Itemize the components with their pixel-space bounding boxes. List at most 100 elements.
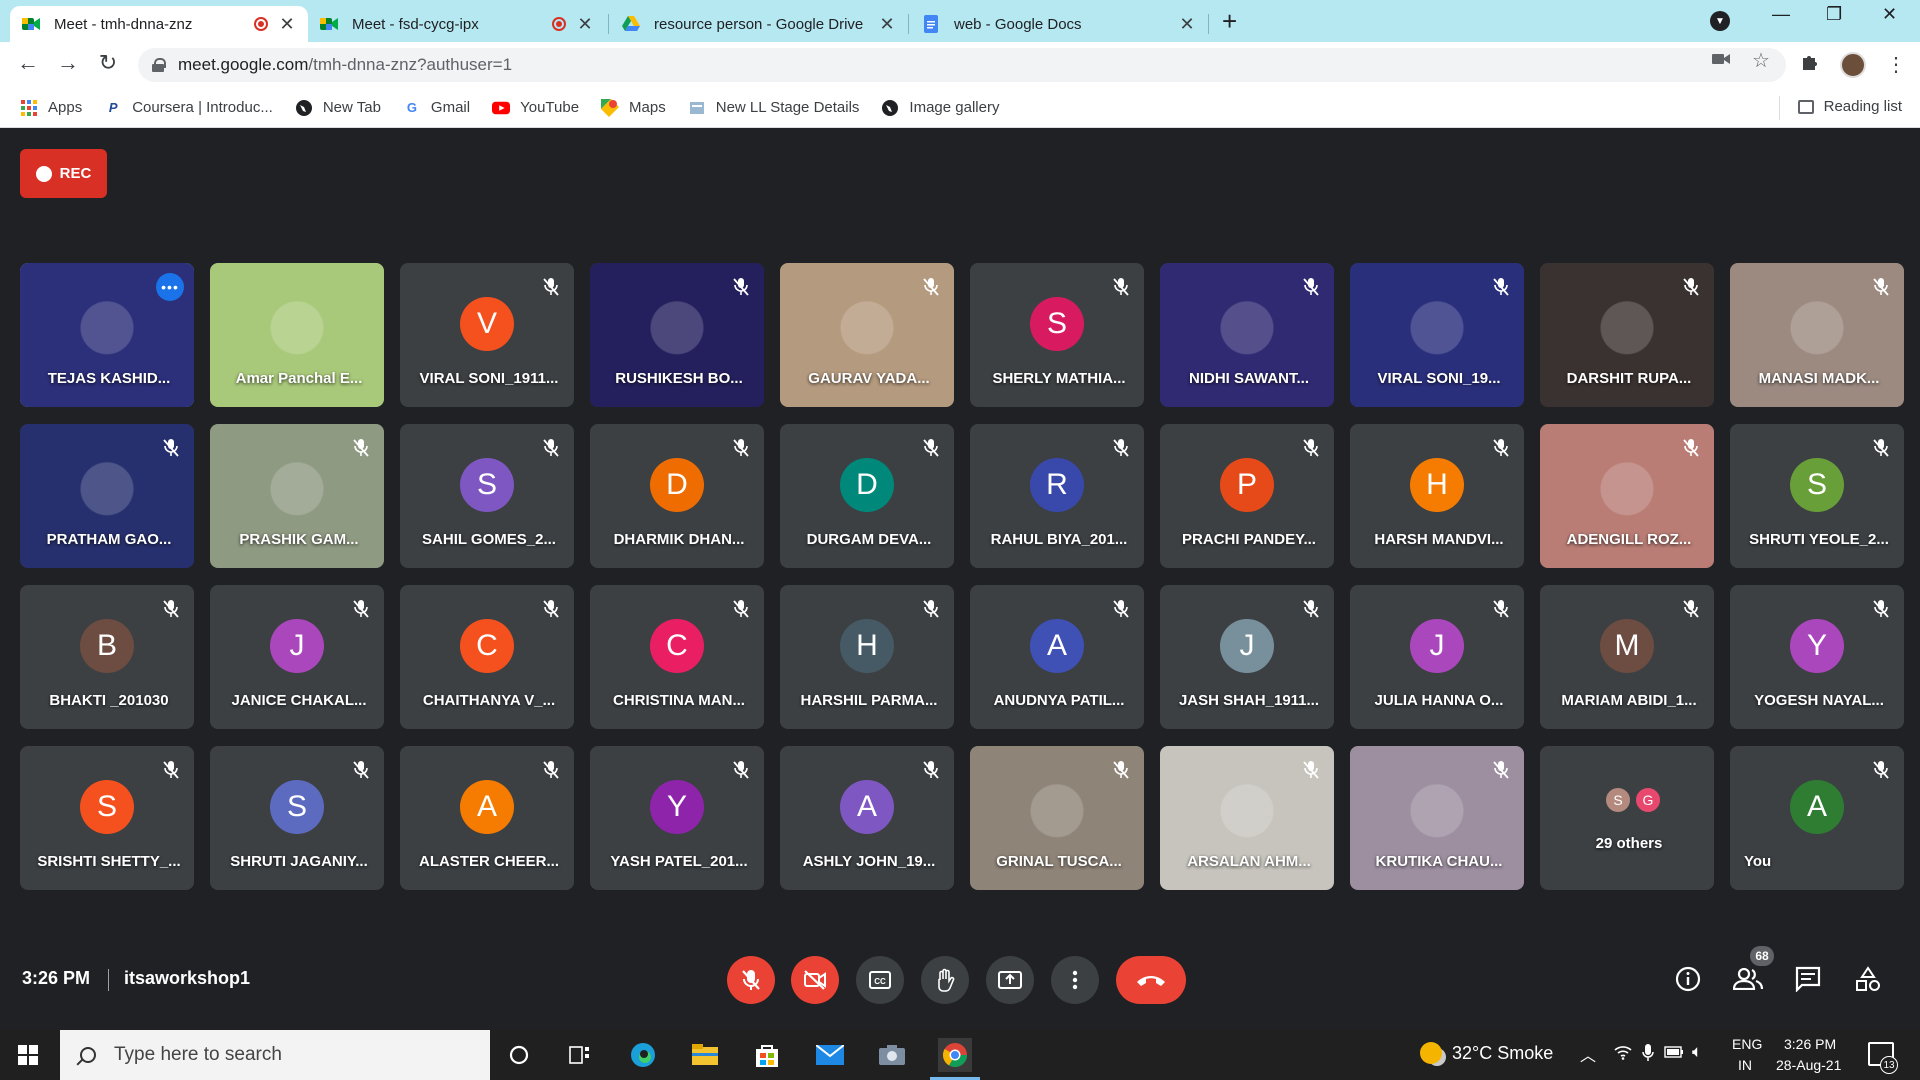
camera-in-use-icon[interactable] <box>1712 50 1730 71</box>
more-options-icon[interactable]: ••• <box>156 273 184 301</box>
close-icon[interactable]: ✕ <box>1178 14 1196 35</box>
cortana-icon[interactable] <box>502 1038 536 1072</box>
self-tile[interactable]: A You <box>1730 746 1904 890</box>
restore-icon[interactable]: ❐ <box>1826 4 1842 25</box>
edge-icon[interactable] <box>626 1038 660 1072</box>
tab-search-icon[interactable]: ▼ <box>1710 11 1730 31</box>
others-tile[interactable]: S G 29 others <box>1540 746 1714 890</box>
profile-avatar[interactable] <box>1840 52 1866 78</box>
participant-tile[interactable]: V VIRAL SONI_1911... <box>400 263 574 407</box>
tab-google-drive[interactable]: resource person - Google Drive ✕ <box>610 6 908 42</box>
chat-button[interactable] <box>1793 964 1823 994</box>
participant-tile[interactable]: Amar Panchal E... <box>210 263 384 407</box>
chrome-taskbar-icon[interactable] <box>930 1038 980 1080</box>
participant-tile[interactable]: S SAHIL GOMES_2... <box>400 424 574 568</box>
file-explorer-icon[interactable] <box>688 1038 722 1072</box>
participant-tile[interactable]: S SHRUTI JAGANIY... <box>210 746 384 890</box>
microphone-tray-icon[interactable] <box>1642 1043 1654 1066</box>
back-arrow-icon[interactable]: ← <box>14 50 42 76</box>
participant-tile[interactable]: B BHAKTI _201030 <box>20 585 194 729</box>
minimize-icon[interactable]: — <box>1772 4 1790 25</box>
bookmark-new-tab[interactable]: New Tab <box>295 99 381 117</box>
participant-tile[interactable]: S SHRUTI YEOLE_2... <box>1730 424 1904 568</box>
forward-arrow-icon[interactable]: → <box>54 50 82 76</box>
participant-tile[interactable]: J JANICE CHAKAL... <box>210 585 384 729</box>
reading-list-button[interactable]: Reading list <box>1797 98 1902 115</box>
weather-widget[interactable]: 32°C Smoke <box>1420 1042 1553 1064</box>
task-view-icon[interactable] <box>563 1038 597 1072</box>
participant-tile[interactable]: RUSHIKESH BO... <box>590 263 764 407</box>
participant-tile[interactable]: NIDHI SAWANT... <box>1160 263 1334 407</box>
mic-toggle-button[interactable] <box>727 956 775 1004</box>
participant-tile[interactable]: C CHRISTINA MAN... <box>590 585 764 729</box>
participant-tile[interactable]: GRINAL TUSCA... <box>970 746 1144 890</box>
tab-meet-fsd[interactable]: Meet - fsd-cycg-ipx ✕ <box>308 6 606 42</box>
tab-meet-tmh[interactable]: Meet - tmh-dnna-znz ✕ <box>10 6 308 42</box>
participant-tile[interactable]: P PRACHI PANDEY... <box>1160 424 1334 568</box>
bookmark-ll-stage[interactable]: New LL Stage Details <box>688 99 859 117</box>
reload-icon[interactable]: ↻ <box>94 50 122 76</box>
tray-overflow-chevron-icon[interactable]: ︿ <box>1580 1042 1596 1066</box>
bookmark-image-gallery[interactable]: Image gallery <box>881 99 999 117</box>
participant-tile[interactable]: ARSALAN AHM... <box>1160 746 1334 890</box>
captions-button[interactable]: CC <box>856 956 904 1004</box>
bookmark-youtube[interactable]: YouTube <box>492 99 579 117</box>
language-bottom[interactable]: IN <box>1738 1057 1752 1073</box>
meeting-details-button[interactable] <box>1673 964 1703 994</box>
new-tab-button[interactable]: + <box>1222 6 1237 36</box>
mail-icon[interactable] <box>813 1038 847 1072</box>
participant-tile[interactable]: C CHAITHANYA V_... <box>400 585 574 729</box>
recording-badge[interactable]: REC <box>20 149 107 198</box>
leave-call-button[interactable] <box>1116 956 1186 1004</box>
participant-tile[interactable]: A ALASTER CHEER... <box>400 746 574 890</box>
battery-icon[interactable] <box>1664 1045 1684 1061</box>
people-button[interactable] <box>1733 964 1763 994</box>
participant-tile[interactable]: S SHERLY MATHIA... <box>970 263 1144 407</box>
chrome-menu-icon[interactable]: ⋮ <box>1886 52 1906 77</box>
participant-tile[interactable]: D DHARMIK DHAN... <box>590 424 764 568</box>
participant-tile[interactable]: Y YOGESH NAYAL... <box>1730 585 1904 729</box>
close-icon[interactable]: ✕ <box>576 14 594 35</box>
window-close-icon[interactable]: ✕ <box>1882 4 1897 25</box>
participant-tile[interactable]: PRATHAM GAO... <box>20 424 194 568</box>
taskbar-search-box[interactable]: Type here to search <box>60 1030 490 1080</box>
participant-tile[interactable]: VIRAL SONI_19... <box>1350 263 1524 407</box>
raise-hand-button[interactable] <box>921 956 969 1004</box>
participant-tile[interactable]: ADENGILL ROZ... <box>1540 424 1714 568</box>
participant-tile[interactable]: GAURAV YADA... <box>780 263 954 407</box>
wifi-icon[interactable] <box>1614 1044 1632 1063</box>
more-options-button[interactable] <box>1051 956 1099 1004</box>
bookmark-coursera[interactable]: P Coursera | Introduc... <box>104 99 273 117</box>
participant-tile[interactable]: ••• TEJAS KASHID... <box>20 263 194 407</box>
participant-tile[interactable]: D DURGAM DEVA... <box>780 424 954 568</box>
participant-tile[interactable]: J JASH SHAH_1911... <box>1160 585 1334 729</box>
participant-tile[interactable]: R RAHUL BIYA_201... <box>970 424 1144 568</box>
activities-button[interactable] <box>1853 964 1883 994</box>
camera-app-icon[interactable] <box>875 1038 909 1072</box>
volume-icon[interactable]: 🔈︎ <box>1692 1042 1702 1062</box>
participant-tile[interactable]: S SRISHTI SHETTY_... <box>20 746 194 890</box>
present-screen-button[interactable] <box>986 956 1034 1004</box>
close-icon[interactable]: ✕ <box>278 14 296 35</box>
participant-tile[interactable]: M MARIAM ABIDI_1... <box>1540 585 1714 729</box>
windows-start-icon[interactable] <box>18 1045 38 1065</box>
participant-tile[interactable]: DARSHIT RUPA... <box>1540 263 1714 407</box>
bookmark-star-icon[interactable]: ☆ <box>1752 48 1770 73</box>
close-icon[interactable]: ✕ <box>878 14 896 35</box>
bookmark-apps[interactable]: Apps <box>20 99 82 117</box>
bookmark-gmail[interactable]: G Gmail <box>403 99 470 117</box>
tab-google-docs[interactable]: web - Google Docs ✕ <box>910 6 1208 42</box>
lock-icon[interactable] <box>152 58 166 72</box>
store-icon[interactable] <box>750 1038 784 1072</box>
participant-tile[interactable]: MANASI MADK... <box>1730 263 1904 407</box>
participant-tile[interactable]: A ASHLY JOHN_19... <box>780 746 954 890</box>
clock-date[interactable]: 28-Aug-21 <box>1776 1057 1841 1073</box>
participant-tile[interactable]: H HARSHIL PARMA... <box>780 585 954 729</box>
participant-tile[interactable]: PRASHIK GAM... <box>210 424 384 568</box>
participant-tile[interactable]: J JULIA HANNA O... <box>1350 585 1524 729</box>
address-bar[interactable]: meet.google.com/tmh-dnna-znz?authuser=1 <box>138 48 1786 82</box>
bookmark-maps[interactable]: Maps <box>601 98 666 117</box>
extensions-puzzle-icon[interactable] <box>1800 52 1820 78</box>
participant-tile[interactable]: Y YASH PATEL_201... <box>590 746 764 890</box>
language-top[interactable]: ENG <box>1732 1036 1762 1052</box>
